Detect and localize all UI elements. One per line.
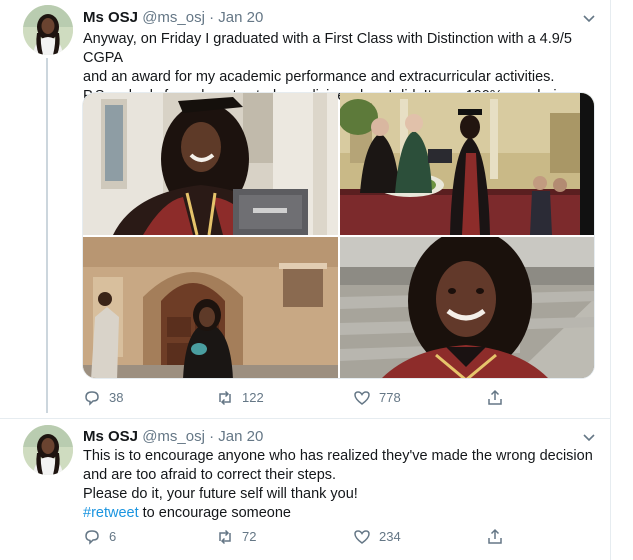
tweet-text-line: This is to encourage anyone who has real…: [83, 448, 593, 464]
reply-icon: [85, 530, 99, 545]
avatar[interactable]: [23, 425, 73, 475]
thread-line: [46, 58, 48, 413]
user-handle[interactable]: @ms_osj: [142, 428, 205, 445]
share-icon: [488, 528, 502, 544]
tweet-text-line: and are too afraid to correct their step…: [83, 467, 337, 483]
photo-graduate-diploma[interactable]: [83, 93, 338, 235]
tweet-text: This is to encourage anyone who has real…: [83, 447, 593, 523]
retweet-count: 72: [242, 529, 257, 544]
hashtag-link[interactable]: #retweet: [83, 505, 139, 521]
retweet-icon: [219, 390, 231, 406]
retweet-button[interactable]: 72: [216, 527, 256, 547]
tweet[interactable]: Ms OSJ @ms_osj · Jan 20 Anyway, on Frida…: [0, 0, 610, 418]
retweet-button[interactable]: 122: [216, 388, 264, 408]
tweet-text-line: and an award for my academic performance…: [83, 69, 555, 85]
like-count: 778: [379, 390, 401, 405]
display-name[interactable]: Ms OSJ: [83, 428, 138, 445]
like-button[interactable]: 778: [353, 388, 401, 408]
tweet-text-line: Please do it, your future self will than…: [83, 486, 358, 502]
share-button[interactable]: [486, 388, 512, 408]
user-handle[interactable]: @ms_osj: [142, 9, 205, 26]
tweet-media-grid: [82, 92, 595, 379]
photo-graduation-ceremony[interactable]: [340, 93, 594, 235]
separator-dot: ·: [209, 9, 215, 26]
hashtag-suffix-text: to encourage someone: [138, 505, 291, 521]
heart-icon: [354, 391, 370, 405]
retweet-count: 122: [242, 390, 264, 405]
like-count: 234: [379, 529, 401, 544]
photo-building-entrance[interactable]: [83, 237, 338, 378]
avatar[interactable]: [23, 5, 73, 55]
tweet-header: Ms OSJ @ms_osj · Jan 20: [83, 427, 263, 447]
display-name[interactable]: Ms OSJ: [83, 9, 138, 26]
timeline-border: [610, 0, 611, 560]
share-icon: [488, 389, 502, 405]
reply-count: 38: [109, 390, 124, 405]
tweet-actions: 38 122 778: [83, 388, 523, 408]
reply-icon: [85, 391, 99, 406]
reply-button[interactable]: 6: [83, 527, 116, 547]
reply-button[interactable]: 38: [83, 388, 123, 408]
reply-count: 6: [109, 529, 117, 544]
share-button[interactable]: [486, 527, 512, 547]
separator-dot: ·: [209, 428, 215, 445]
retweet-icon: [219, 529, 231, 545]
tweet-header: Ms OSJ @ms_osj · Jan 20: [83, 8, 263, 28]
chevron-down-icon[interactable]: [580, 428, 598, 446]
tweet[interactable]: Ms OSJ @ms_osj · Jan 20 This is to encou…: [0, 418, 610, 560]
tweet-date[interactable]: Jan 20: [218, 9, 263, 26]
timeline: Ms OSJ @ms_osj · Jan 20 Anyway, on Frida…: [0, 0, 633, 560]
chevron-down-icon[interactable]: [580, 9, 598, 27]
tweet-date[interactable]: Jan 20: [218, 428, 263, 445]
like-button[interactable]: 234: [353, 527, 401, 547]
tweet-text-line: #retweet to encourage someone: [83, 504, 593, 523]
tweet-text-line: Anyway, on Friday I graduated with a Fir…: [83, 31, 572, 66]
heart-icon: [354, 530, 370, 544]
tweet-actions: 6 72 234: [83, 527, 523, 547]
photo-selfie[interactable]: [340, 237, 594, 378]
